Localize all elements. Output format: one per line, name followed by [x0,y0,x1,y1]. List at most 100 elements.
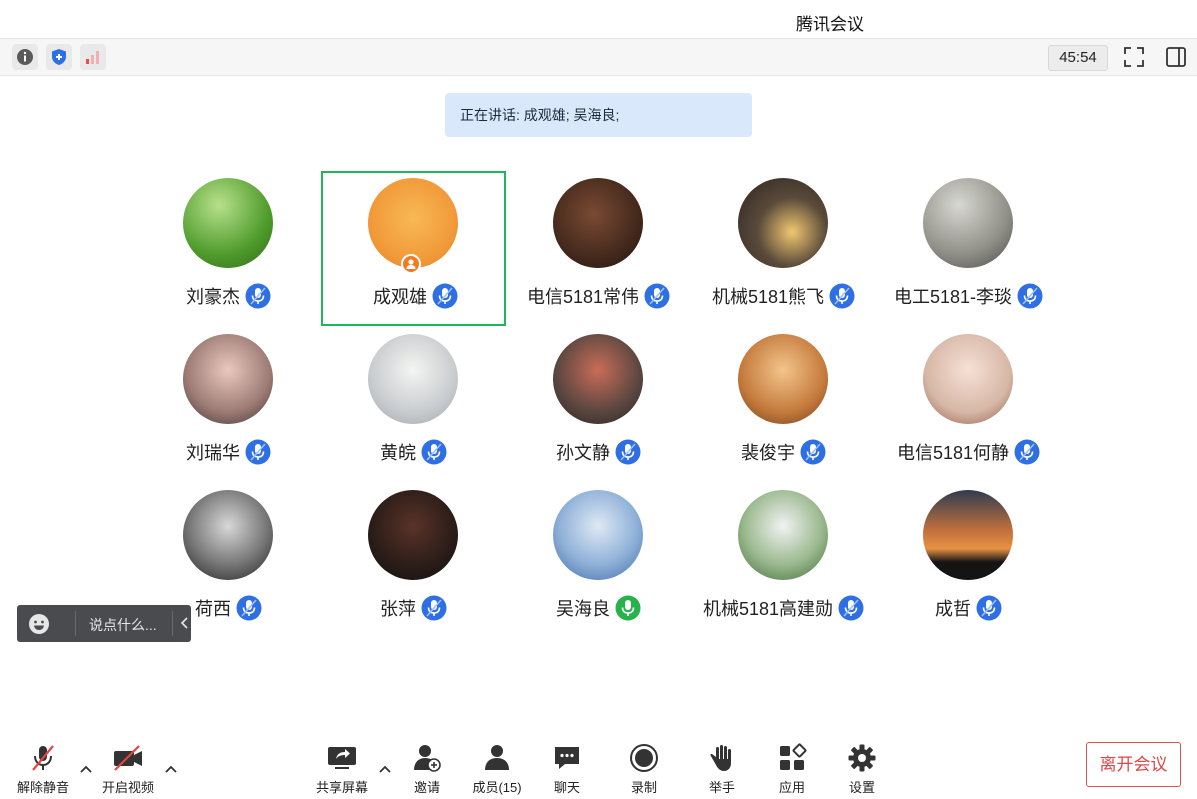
title-bar: 腾讯会议 [0,0,1197,39]
speaking-banner: 正在讲话: 成观雄; 吴海良; [445,93,752,137]
participant-tile[interactable]: 机械5181熊飞 [691,171,876,326]
chat-divider [75,611,76,636]
start-video-button[interactable]: 开启视频 [99,743,157,795]
mic-muted-icon [829,283,855,309]
chevron-left-icon[interactable] [179,615,191,634]
chat-input-box[interactable]: 说点什么... [17,605,191,642]
info-bar: 45:54 [0,39,1197,76]
participant-name: 电信5181常伟 [526,287,640,307]
mic-muted-icon [976,595,1002,621]
participant-name: 孙文静 [556,443,610,463]
participant-tile[interactable]: 成观雄 [321,171,506,326]
avatar [738,490,828,580]
avatar [368,490,458,580]
participant-name-line: 刘豪杰 [136,283,321,309]
participant-name: 电工5181-李琰 [893,287,1013,307]
participant-tile[interactable]: 张萍 [321,483,506,638]
participant-tile[interactable]: 刘豪杰 [136,171,321,326]
chat-divider [172,611,173,636]
mic-muted-icon [421,439,447,465]
avatar [183,334,273,424]
avatar [183,490,273,580]
mic-muted-icon [245,439,271,465]
participant-name: 刘豪杰 [186,287,240,307]
participant-tile[interactable]: 电信5181何静 [876,327,1061,482]
signal-strength-icon[interactable] [80,44,106,70]
participant-tile[interactable]: 刘瑞华 [136,327,321,482]
chevron-up-icon[interactable] [80,761,92,779]
participant-name: 荷西 [195,599,231,619]
unmute-button[interactable]: 解除静音 [14,743,72,795]
participant-name: 刘瑞华 [186,443,240,463]
sidebar-toggle-icon[interactable] [1164,45,1188,69]
host-badge-icon [401,254,421,274]
bottom-toolbar: 解除静音 开启视频 共享屏幕 邀请 成员(15) 聊天 录制 举手 应用 设置 [0,735,1197,799]
emoji-icon[interactable] [28,613,50,638]
window-title: 腾讯会议 [796,15,864,34]
record-icon [630,744,658,772]
chat-placeholder[interactable]: 说点什么... [89,615,157,635]
participant-name-line: 电信5181何静 [876,439,1061,465]
unmute-label: 解除静音 [16,780,69,795]
start-video-label: 开启视频 [101,780,154,795]
members-button[interactable]: 成员(15) [469,743,525,795]
settings-button[interactable]: 设置 [842,743,882,795]
chat-bubble-icon [555,747,579,769]
participant-tile[interactable]: 电信5181常伟 [506,171,691,326]
participant-name-line: 机械5181高建勋 [691,595,876,621]
mic-muted-icon [421,595,447,621]
settings-label: 设置 [848,780,875,795]
info-icon[interactable] [12,44,38,70]
fullscreen-icon[interactable] [1122,45,1146,69]
participant-name: 成哲 [935,599,971,619]
members-icon [485,745,509,770]
apps-label: 应用 [778,780,805,795]
participant-tile[interactable]: 吴海良 [506,483,691,638]
shield-icon[interactable] [46,44,72,70]
chevron-up-icon[interactable] [379,761,391,779]
participant-name: 机械5181熊飞 [711,287,825,307]
participant-tile[interactable]: 黄皖 [321,327,506,482]
apps-button[interactable]: 应用 [772,743,812,795]
add-user-icon [414,745,441,772]
avatar [738,178,828,268]
record-button[interactable]: 录制 [624,743,664,795]
participant-name-line: 刘瑞华 [136,439,321,465]
avatar [183,178,273,268]
participant-name-line: 电信5181常伟 [506,283,691,309]
participant-name: 电信5181何静 [896,443,1010,463]
apps-grid-icon [780,743,807,770]
mic-muted-icon [32,745,54,771]
participant-name: 黄皖 [380,443,416,463]
participant-name-line: 裴俊宇 [691,439,876,465]
chat-button[interactable]: 聊天 [547,743,587,795]
chat-label: 聊天 [553,780,580,795]
mic-muted-icon [1017,283,1043,309]
hand-icon [710,745,731,771]
leave-meeting-button[interactable]: 离开会议 [1086,742,1181,787]
record-label: 录制 [630,780,657,795]
raise-hand-label: 举手 [708,780,735,795]
avatar [923,490,1013,580]
participant-name: 成观雄 [373,287,427,307]
avatar [923,334,1013,424]
avatar [738,334,828,424]
share-screen-icon [328,747,356,769]
raise-hand-button[interactable]: 举手 [702,743,742,795]
mic-muted-icon [615,439,641,465]
participant-tile[interactable]: 成哲 [876,483,1061,638]
participant-name: 张萍 [380,599,416,619]
participant-name-line: 电工5181-李琰 [876,283,1061,309]
participant-tile[interactable]: 孙文静 [506,327,691,482]
chevron-up-icon[interactable] [165,761,177,779]
mic-muted-icon [800,439,826,465]
avatar [553,178,643,268]
participant-name-line: 黄皖 [321,439,506,465]
share-screen-button[interactable]: 共享屏幕 [313,743,371,795]
invite-button[interactable]: 邀请 [407,743,447,795]
participant-tile[interactable]: 电工5181-李琰 [876,171,1061,326]
mic-muted-icon [236,595,262,621]
participant-tile[interactable]: 裴俊宇 [691,327,876,482]
participant-tile[interactable]: 机械5181高建勋 [691,483,876,638]
participant-name-line: 张萍 [321,595,506,621]
